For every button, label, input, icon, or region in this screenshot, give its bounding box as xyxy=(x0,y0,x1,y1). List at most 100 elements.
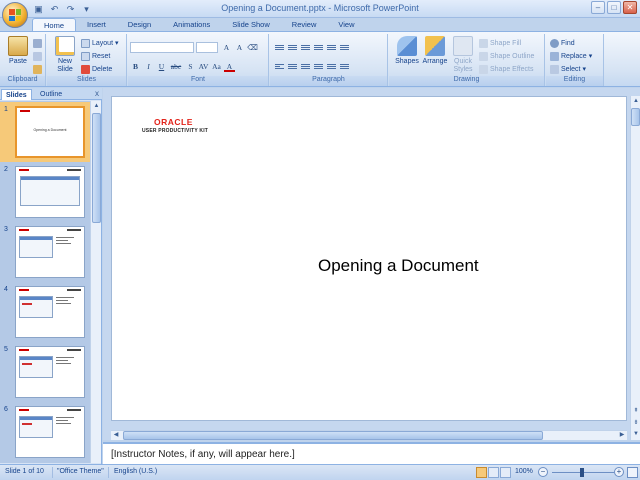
ribbon-tabs: Home Insert Design Animations Slide Show… xyxy=(32,18,366,32)
slide-vertical-scrollbar[interactable]: ▲ ⇞ ⇟ ▼ xyxy=(630,96,640,440)
tab-insert[interactable]: Insert xyxy=(76,18,117,32)
line-spacing-icon[interactable] xyxy=(326,42,337,53)
font-size-select[interactable] xyxy=(196,42,218,53)
find-icon xyxy=(550,39,559,48)
delete-button[interactable]: Delete xyxy=(81,64,112,75)
scroll-down-arrow-icon[interactable]: ▼ xyxy=(631,429,640,439)
slide-thumbnail[interactable]: 3 xyxy=(0,222,90,282)
scrollbar-thumb[interactable] xyxy=(631,108,640,126)
zoom-level[interactable]: 100% xyxy=(515,468,533,475)
character-spacing-button[interactable]: AV xyxy=(198,61,209,72)
shape-outline-button[interactable]: Shape Outline xyxy=(479,51,534,62)
grow-font-button[interactable]: A xyxy=(221,42,232,53)
slide-thumbnail[interactable]: 2 xyxy=(0,162,90,222)
slide-thumbnail[interactable]: 4 xyxy=(0,282,90,342)
layout-button[interactable]: Layout ▾ xyxy=(81,38,119,49)
find-button[interactable]: Find xyxy=(550,38,575,49)
copy-button[interactable] xyxy=(33,51,42,62)
tab-slides[interactable]: Slides xyxy=(1,89,32,100)
normal-view-icon[interactable] xyxy=(476,467,487,478)
strikethrough-button[interactable]: abc xyxy=(169,61,183,72)
replace-button[interactable]: Replace ▾ xyxy=(550,51,592,62)
tab-slide-show[interactable]: Slide Show xyxy=(221,18,281,32)
font-name-select[interactable] xyxy=(130,42,194,53)
delete-label: Delete xyxy=(92,66,113,73)
maximize-button[interactable]: □ xyxy=(607,1,621,14)
thumbnails-scrollbar[interactable]: ▲ xyxy=(90,101,101,463)
shape-outline-label: Shape Outline xyxy=(490,53,535,60)
format-painter-button[interactable] xyxy=(33,64,42,75)
reset-button[interactable]: Reset xyxy=(81,51,110,62)
numbering-icon[interactable] xyxy=(287,42,298,53)
close-icon[interactable]: x xyxy=(95,89,99,98)
previous-slide-icon[interactable]: ⇞ xyxy=(631,406,640,416)
zoom-out-icon[interactable]: − xyxy=(538,467,548,477)
pane-tabs: Slides Outline x xyxy=(0,88,102,100)
slide-horizontal-scrollbar[interactable]: ◀ ▶ xyxy=(111,430,627,440)
paste-button[interactable]: Paste xyxy=(4,36,32,65)
bold-button[interactable]: B xyxy=(130,61,141,72)
select-button[interactable]: Select ▾ xyxy=(550,64,586,75)
shapes-button[interactable]: Shapes xyxy=(393,36,421,65)
scroll-up-arrow-icon[interactable]: ▲ xyxy=(91,101,102,112)
new-slide-button[interactable]: New Slide xyxy=(51,36,79,74)
italic-button[interactable]: I xyxy=(143,61,154,72)
minimize-button[interactable]: – xyxy=(591,1,605,14)
underline-button[interactable]: U xyxy=(156,61,167,72)
slide-thumbnail[interactable]: 5 xyxy=(0,342,90,402)
scrollbar-thumb[interactable] xyxy=(92,113,101,223)
current-slide[interactable]: ORACLE USER PRODUCTIVITY KIT Opening a D… xyxy=(111,96,627,421)
tab-home[interactable]: Home xyxy=(32,18,77,32)
zoom-in-icon[interactable]: + xyxy=(614,467,624,477)
slide-sorter-view-icon[interactable] xyxy=(488,467,499,478)
language[interactable]: English (U.S.) xyxy=(114,468,157,475)
quick-styles-button[interactable]: Quick Styles xyxy=(449,36,477,74)
align-left-icon[interactable] xyxy=(274,61,285,72)
columns-icon[interactable] xyxy=(326,61,337,72)
zoom-slider-knob[interactable] xyxy=(580,468,584,477)
arrange-button[interactable]: Arrange xyxy=(421,36,449,65)
cut-button[interactable] xyxy=(33,38,42,49)
slide-show-view-icon[interactable] xyxy=(500,467,511,478)
decrease-indent-icon[interactable] xyxy=(300,42,311,53)
scroll-up-arrow-icon[interactable]: ▲ xyxy=(631,96,640,106)
slides-label: Slides xyxy=(47,76,126,86)
align-text-icon[interactable] xyxy=(339,61,350,72)
office-button[interactable] xyxy=(2,2,28,28)
clear-formatting-button[interactable]: ⌫ xyxy=(247,42,258,53)
close-button[interactable]: ✕ xyxy=(623,1,637,14)
scroll-right-arrow-icon[interactable]: ▶ xyxy=(617,431,627,440)
tab-view[interactable]: View xyxy=(327,18,365,32)
align-right-icon[interactable] xyxy=(300,61,311,72)
next-slide-icon[interactable]: ⇟ xyxy=(631,418,640,428)
fit-to-window-icon[interactable] xyxy=(627,467,638,478)
change-case-button[interactable]: Aa xyxy=(211,61,222,72)
shadow-button[interactable]: S xyxy=(185,61,196,72)
scrollbar-thumb[interactable] xyxy=(123,431,543,440)
slide-title[interactable]: Opening a Document xyxy=(318,256,479,276)
increase-indent-icon[interactable] xyxy=(313,42,324,53)
theme-name: "Office Theme" xyxy=(57,468,104,475)
shape-effects-button[interactable]: Shape Effects xyxy=(479,64,533,75)
shrink-font-button[interactable]: A xyxy=(234,42,245,53)
shape-fill-button[interactable]: Shape Fill xyxy=(479,38,521,49)
slide-thumbnail[interactable]: 1 Opening a Document xyxy=(0,102,90,162)
oracle-mini-logo xyxy=(20,110,30,112)
justify-icon[interactable] xyxy=(313,61,324,72)
tab-review[interactable]: Review xyxy=(281,18,328,32)
text-direction-icon[interactable] xyxy=(339,42,350,53)
oracle-mini-logo xyxy=(19,349,29,351)
tab-design[interactable]: Design xyxy=(117,18,162,32)
font-color-button[interactable]: A xyxy=(224,61,235,72)
notes-text[interactable]: [Instructor Notes, if any, will appear h… xyxy=(111,449,295,460)
align-center-icon[interactable] xyxy=(287,61,298,72)
shape-effects-label: Shape Effects xyxy=(490,66,534,73)
tab-outline[interactable]: Outline xyxy=(36,89,66,100)
bullets-icon[interactable] xyxy=(274,42,285,53)
tab-animations[interactable]: Animations xyxy=(162,18,221,32)
notes-pane[interactable]: [Instructor Notes, if any, will appear h… xyxy=(103,442,640,464)
slide-thumbnail[interactable]: 6 xyxy=(0,402,90,462)
font-label: Font xyxy=(128,76,268,86)
scroll-left-arrow-icon[interactable]: ◀ xyxy=(111,431,121,440)
delete-icon xyxy=(81,65,90,74)
